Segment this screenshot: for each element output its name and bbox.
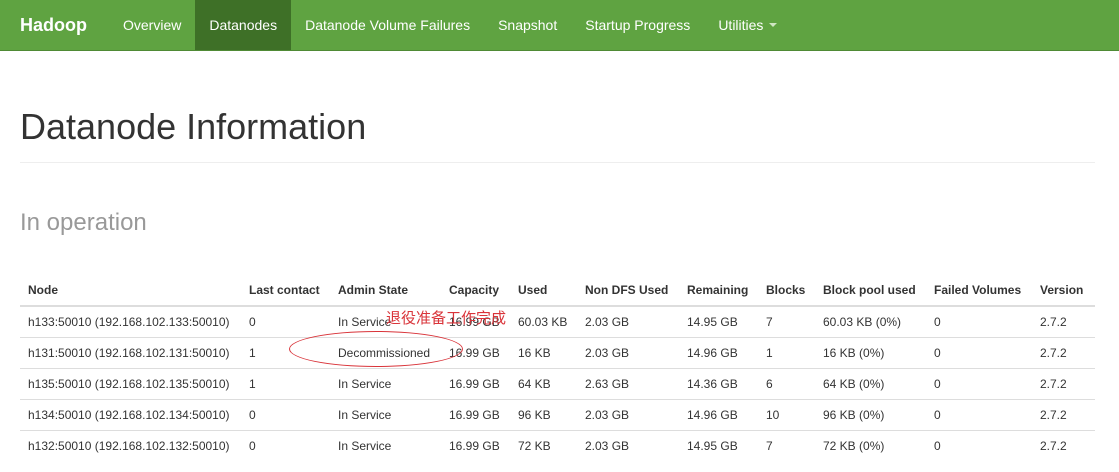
cell-capacity: 16.99 GB (441, 336, 510, 368)
title-divider (20, 162, 1095, 163)
cell-version: 2.7.2 (1032, 367, 1095, 399)
col-remaining[interactable]: Remaining (679, 274, 758, 307)
cell-remaining: 14.96 GB (679, 398, 758, 430)
cell-version: 2.7.2 (1032, 429, 1095, 461)
col-used[interactable]: Used (510, 274, 577, 307)
datanode-table: Node Last contact Admin State Capacity U… (20, 274, 1095, 461)
cell-failed-volumes: 0 (926, 429, 1032, 461)
cell-node: h131:50010 (192.168.102.131:50010) (20, 336, 241, 368)
col-admin-state[interactable]: Admin State (330, 274, 441, 307)
cell-blocks: 10 (758, 398, 815, 430)
cell-used: 72 KB (510, 429, 577, 461)
cell-node: h133:50010 (192.168.102.133:50010) (28, 314, 230, 329)
cell-admin-state: In Service (330, 398, 441, 430)
cell-admin-state: In Service (330, 367, 441, 399)
cell-last-contact: 0 (241, 398, 330, 430)
cell-node: h132:50010 (192.168.102.132:50010) (20, 429, 241, 461)
cell-non-dfs-used: 2.03 GB (577, 336, 679, 368)
cell-remaining: 14.95 GB (687, 314, 738, 329)
page-title: Datanode Information (20, 106, 367, 147)
table-row: h134:50010 (192.168.102.134:50010) 0 In … (20, 398, 1095, 430)
nav-utilities-label: Utilities (718, 17, 764, 33)
cell-block-pool-used: 60.03 KB (0%) (823, 314, 902, 329)
cell-used: 60.03 KB (518, 314, 568, 329)
cell-blocks: 7 (758, 429, 815, 461)
cell-version: 2.7.2 (1040, 314, 1067, 329)
cell-node: h135:50010 (192.168.102.135:50010) (20, 367, 241, 399)
cell-last-contact: 0 (241, 429, 330, 461)
table-row: h131:50010 (192.168.102.131:50010) 1 Dec… (20, 336, 1095, 368)
cell-capacity: 16.99 GB (441, 398, 510, 430)
col-block-pool-used[interactable]: Block pool used (815, 274, 926, 307)
section-title: In operation (20, 209, 147, 236)
cell-admin-state: In Service (330, 429, 441, 461)
cell-version: 2.7.2 (1032, 398, 1095, 430)
cell-block-pool-used: 64 KB (0%) (815, 367, 926, 399)
cell-failed-volumes: 0 (926, 336, 1032, 368)
col-failed-volumes[interactable]: Failed Volumes (926, 274, 1032, 307)
annotation-text: 退役准备工作完成 (386, 309, 507, 327)
cell-remaining: 14.96 GB (679, 336, 758, 368)
brand-logo[interactable]: Hadoop (0, 0, 109, 50)
cell-version: 2.7.2 (1032, 336, 1095, 368)
cell-last-contact: 1 (241, 336, 330, 368)
cell-failed-volumes: 0 (926, 398, 1032, 430)
nav-datanode-volume-failures[interactable]: Datanode Volume Failures (291, 0, 484, 50)
cell-block-pool-used: 96 KB (0%) (815, 398, 926, 430)
col-version[interactable]: Version (1032, 274, 1095, 307)
cell-non-dfs-used: 2.03 GB (577, 429, 679, 461)
cell-block-pool-used: 16 KB (0%) (815, 336, 926, 368)
nav-startup-progress[interactable]: Startup Progress (571, 0, 704, 50)
cell-used: 96 KB (510, 398, 577, 430)
cell-last-contact: 0 (249, 314, 256, 329)
cell-remaining: 14.36 GB (679, 367, 758, 399)
cell-admin-state: Decommissioned (330, 336, 441, 368)
cell-node: h134:50010 (192.168.102.134:50010) (20, 398, 241, 430)
table-row: h132:50010 (192.168.102.132:50010) 0 In … (20, 429, 1095, 461)
nav-overview[interactable]: Overview (109, 0, 195, 50)
table-row: h135:50010 (192.168.102.135:50010) 1 In … (20, 367, 1095, 399)
top-navbar: Hadoop Overview Datanodes Datanode Volum… (0, 0, 1119, 51)
caret-down-icon (769, 23, 778, 27)
cell-used: 64 KB (510, 367, 577, 399)
cell-blocks: 6 (758, 367, 815, 399)
cell-failed-volumes: 0 (926, 367, 1032, 399)
col-non-dfs-used[interactable]: Non DFS Used (577, 274, 679, 307)
table-header-row: Node Last contact Admin State Capacity U… (20, 274, 1095, 307)
col-blocks[interactable]: Blocks (758, 274, 815, 307)
nav-datanodes[interactable]: Datanodes (195, 0, 292, 50)
cell-capacity: 16.99 GB (441, 429, 510, 461)
col-node[interactable]: Node (20, 274, 241, 307)
col-capacity[interactable]: Capacity (441, 274, 510, 307)
nav-snapshot[interactable]: Snapshot (484, 0, 571, 50)
cell-used: 16 KB (510, 336, 577, 368)
cell-non-dfs-used: 2.03 GB (577, 398, 679, 430)
cell-last-contact: 1 (241, 367, 330, 399)
cell-blocks: 1 (758, 336, 815, 368)
cell-failed-volumes: 0 (934, 314, 941, 329)
cell-non-dfs-used: 2.03 GB (585, 314, 630, 329)
cell-blocks: 7 (766, 314, 773, 329)
nav-utilities-dropdown[interactable]: Utilities (704, 0, 791, 50)
cell-block-pool-used: 72 KB (0%) (815, 429, 926, 461)
cell-capacity: 16.99 GB (441, 367, 510, 399)
table-row: h133:50010 (192.168.102.133:50010) 0 In … (20, 306, 1095, 337)
cell-non-dfs-used: 2.63 GB (577, 367, 679, 399)
col-last-contact[interactable]: Last contact (241, 274, 330, 307)
cell-remaining: 14.95 GB (679, 429, 758, 461)
